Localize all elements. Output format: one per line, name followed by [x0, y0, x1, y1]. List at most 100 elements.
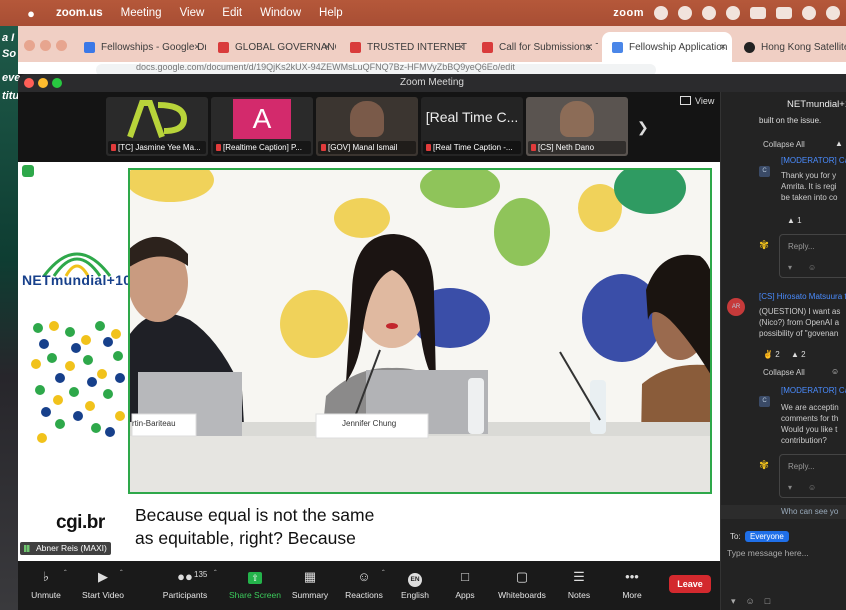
zoom-tray-label[interactable]: zoom — [613, 7, 644, 19]
shield-icon[interactable] — [22, 165, 34, 177]
chat-input[interactable]: Type message here... — [727, 548, 809, 558]
more-button[interactable]: ••• More — [616, 568, 648, 606]
menu-meeting[interactable]: Meeting — [121, 7, 162, 19]
browser-tab[interactable]: GLOBAL GOVERNANCE × — [208, 32, 336, 62]
emoji-icon[interactable]: ☺ — [746, 596, 765, 606]
chat-message-text: (QUESTION) I want as (Nico?) from OpenAI… — [759, 306, 846, 339]
thumbs-up-icon[interactable]: ▲ — [835, 139, 843, 148]
thumbs-up-reaction[interactable]: ▲ 1 — [787, 216, 802, 225]
close-icon[interactable]: × — [194, 42, 200, 53]
desktop-text-fragment: a I — [2, 32, 15, 44]
emoji-icon[interactable]: ☺ — [808, 263, 816, 272]
tab-label: GLOBAL GOVERNANCE — [235, 41, 336, 53]
whiteboards-label: Whiteboards — [498, 590, 546, 600]
who-can-see-button[interactable]: Who can see yo — [721, 505, 846, 519]
thumbs-up-reaction[interactable]: ▲ 2 — [791, 350, 806, 359]
reply-field[interactable]: Reply... ▾ ☺ — [779, 234, 846, 278]
chat-header: NETmundial+10 — [787, 99, 846, 110]
browser-tab[interactable]: TRUSTED INTERNET SU × — [340, 32, 470, 62]
start-video-button[interactable]: ▶ ˆ Start Video — [78, 568, 128, 606]
summary-label: Summary — [291, 590, 329, 600]
caption-line: as equitable, right? Because — [135, 528, 356, 548]
unmute-button[interactable]: ♭ ˆ Unmute — [26, 568, 67, 606]
chat-author: [CS] Hirosato Matsuura t — [759, 292, 846, 301]
collapse-all-button[interactable]: Collapse All — [763, 140, 805, 149]
close-icon[interactable]: × — [586, 42, 592, 53]
chat-line: (QUESTION) I want as — [759, 307, 841, 316]
whiteboard-icon: ▢ — [515, 569, 529, 584]
reactions-button[interactable]: ☺ ˆ Reactions — [344, 568, 385, 606]
chevron-right-icon[interactable]: ❯ — [637, 119, 649, 136]
close-icon[interactable]: × — [324, 42, 330, 53]
reply-field[interactable]: Reply... ▾ ☺ — [779, 454, 846, 498]
tray-icon[interactable] — [678, 6, 692, 20]
menu-window[interactable]: Window — [260, 7, 301, 19]
whiteboards-button[interactable]: ▢ Whiteboards — [496, 568, 548, 606]
menu-view[interactable]: View — [180, 7, 205, 19]
search-icon[interactable] — [826, 6, 840, 20]
chevron-up-icon[interactable]: ˆ — [214, 569, 217, 578]
participant-tile[interactable]: [GOV] Manal Ismail — [316, 97, 418, 156]
share-screen-button[interactable]: ⇧ Share Screen — [228, 568, 282, 606]
keyboard-icon[interactable] — [750, 7, 766, 19]
minimize-window-icon[interactable] — [38, 78, 48, 88]
notes-button[interactable]: ☰ Notes — [562, 568, 596, 606]
avatar: C — [759, 166, 770, 177]
window-dot-icon[interactable] — [40, 40, 51, 51]
format-icon[interactable]: ▾ — [731, 596, 746, 606]
recipient-select[interactable]: Everyone — [745, 531, 789, 542]
fullscreen-window-icon[interactable] — [52, 78, 62, 88]
play-icon[interactable] — [726, 6, 740, 20]
close-icon[interactable]: × — [720, 42, 726, 53]
window-dot-icon[interactable] — [24, 40, 35, 51]
apps-button[interactable]: □ Apps — [450, 568, 480, 606]
participant-name: [Realtime Caption] P... — [213, 141, 311, 154]
chat-reply-text: We are acceptin comments for th Would yo… — [781, 402, 846, 446]
close-window-icon[interactable] — [24, 78, 34, 88]
participant-tile[interactable]: [TC] Jasmine Yee Ma... — [106, 97, 208, 156]
tray-icon[interactable] — [702, 6, 716, 20]
view-button[interactable]: View — [680, 96, 714, 106]
format-icon[interactable]: ▾ — [788, 483, 792, 492]
emoji-icon[interactable]: ☺ — [808, 483, 816, 492]
tray-icon[interactable] — [654, 6, 668, 20]
wifi-icon[interactable] — [802, 6, 816, 20]
format-icon[interactable]: ▾ — [788, 263, 792, 272]
close-icon[interactable]: × — [458, 42, 464, 53]
browser-tab[interactable]: Fellowships - Google Dr × — [74, 32, 206, 62]
menu-help[interactable]: Help — [319, 7, 343, 19]
participant-video — [350, 101, 384, 137]
menu-edit[interactable]: Edit — [222, 7, 242, 19]
battery-icon[interactable] — [776, 7, 792, 19]
participants-button[interactable]: ●● 135 ˆ Participants — [160, 568, 217, 606]
emoji-icon[interactable]: ☺ — [831, 367, 839, 376]
participant-tile[interactable]: [CS] Neth Dano — [526, 97, 628, 156]
apple-icon[interactable]: ● — [24, 6, 38, 21]
panel-scene — [130, 170, 710, 492]
reply-icon: ✾ — [759, 238, 770, 252]
language-button[interactable]: EN English — [398, 568, 432, 606]
browser-tab[interactable]: Hong Kong Satellite - P — [734, 32, 846, 62]
collapse-all-button[interactable]: Collapse All — [763, 368, 805, 377]
menu-app[interactable]: zoom.us — [56, 7, 103, 19]
file-icon[interactable]: □ — [765, 596, 780, 606]
avatar-letter: A — [233, 99, 291, 139]
nameplate-text: Jennifer Chung — [342, 419, 397, 428]
browser-tab-active[interactable]: Fellowship Application × — [602, 32, 732, 62]
participant-tile[interactable]: A [Realtime Caption] P... — [211, 97, 313, 156]
reaction-chip[interactable]: ✌ 2 — [763, 350, 780, 359]
browser-tab[interactable]: Call for Submissions: Tr × — [472, 32, 598, 62]
reaction-count: 1 — [797, 216, 802, 225]
shared-screen: NETmundial+10 cgi.br rtin-Bariteau Jenni… — [18, 162, 720, 561]
chat-message-fragment: built on the issue. — [759, 116, 822, 125]
window-dot-icon[interactable] — [56, 40, 67, 51]
avatar: C — [759, 396, 770, 407]
leave-button[interactable]: Leave — [669, 575, 711, 593]
participant-tile[interactable]: [Real Time C... [Real Time Caption -... — [421, 97, 523, 156]
chevron-up-icon[interactable]: ˆ — [64, 569, 67, 578]
summary-button[interactable]: ▦ Summary — [290, 568, 330, 606]
participant-name: [GOV] Manal Ismail — [318, 141, 416, 154]
chevron-up-icon[interactable]: ˆ — [120, 569, 123, 578]
chevron-up-icon[interactable]: ˆ — [382, 569, 385, 578]
participant-name: [CS] Neth Dano — [528, 141, 626, 154]
